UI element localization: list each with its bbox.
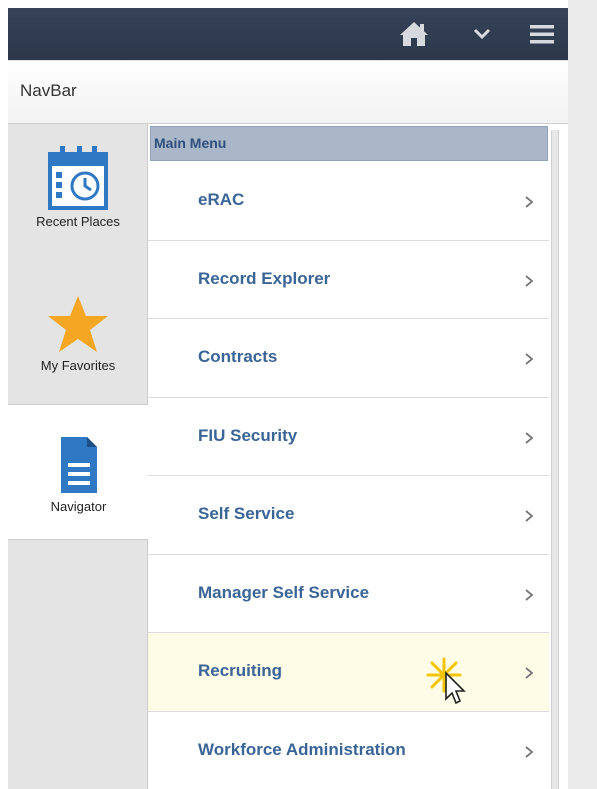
tab-label-my-favorites: My Favorites [40, 358, 116, 373]
chevron-right-icon [525, 510, 534, 522]
chevron-right-icon [525, 588, 534, 601]
menu-item-erac[interactable]: eRAC [148, 162, 549, 241]
actions-dropdown-button[interactable] [464, 8, 500, 60]
main-menu-panel: Main Menu eRAC Record Explorer Contracts… [148, 124, 560, 789]
menu-item-manager-self-service[interactable]: Manager Self Service [148, 554, 549, 633]
chevron-right-icon [525, 667, 534, 679]
main-menu-title: Main Menu [154, 135, 227, 151]
document-icon [60, 437, 97, 493]
menu-item-label: Contracts [198, 347, 278, 366]
menu-item-workforce-administration[interactable]: Workforce Administration [148, 711, 549, 789]
chevron-right-icon [525, 431, 534, 444]
chevron-right-icon [525, 274, 534, 287]
home-icon [400, 22, 428, 46]
main-menu-header: Main Menu [150, 126, 548, 161]
navbar-tabs: Recent Places My Favorites Navigator [8, 124, 149, 789]
navbar-menu-button[interactable] [520, 8, 564, 60]
menu-item-label: Recruiting [198, 661, 283, 680]
chevron-right-icon [525, 196, 534, 208]
calendar-clock-icon [48, 146, 108, 210]
page-gutter [568, 0, 597, 789]
menu-item-label: Record Explorer [198, 268, 331, 288]
chevron-right-icon [525, 745, 534, 758]
top-banner [8, 8, 568, 60]
navbar-screen: NavBar Recent Places My Favorites Naviga… [0, 0, 597, 789]
menu-item-label: Workforce Administration [198, 739, 406, 759]
star-icon [48, 296, 108, 352]
menu-item-self-service[interactable]: Self Service [148, 476, 549, 555]
click-pointer-icon [426, 657, 466, 705]
hamburger-menu-icon [530, 25, 554, 44]
menu-item-label: eRAC [198, 190, 245, 209]
tab-label-navigator: Navigator [50, 499, 107, 514]
home-button[interactable] [392, 8, 436, 60]
tab-navigator[interactable]: Navigator [8, 404, 149, 540]
navbar-header: NavBar [8, 60, 568, 124]
tab-recent-places[interactable]: Recent Places [8, 144, 148, 264]
menu-item-record-explorer[interactable]: Record Explorer [148, 240, 549, 319]
tab-label-recent-places: Recent Places [36, 214, 120, 229]
navbar-title: NavBar [20, 81, 77, 100]
menu-item-label: Manager Self Service [198, 582, 370, 602]
tab-my-favorites[interactable]: My Favorites [8, 294, 148, 404]
menu-item-label: FIU Security [198, 425, 298, 445]
chevron-down-icon [473, 28, 491, 40]
menu-item-fiu-security[interactable]: FIU Security [148, 397, 549, 476]
menu-item-contracts[interactable]: Contracts [148, 319, 549, 398]
main-menu-list: eRAC Record Explorer Contracts FIU Secur… [148, 162, 549, 789]
chevron-right-icon [525, 353, 534, 365]
menu-item-recruiting[interactable]: Recruiting [148, 633, 549, 712]
menu-scrollbar[interactable] [551, 130, 559, 789]
menu-item-label: Self Service [198, 504, 295, 523]
